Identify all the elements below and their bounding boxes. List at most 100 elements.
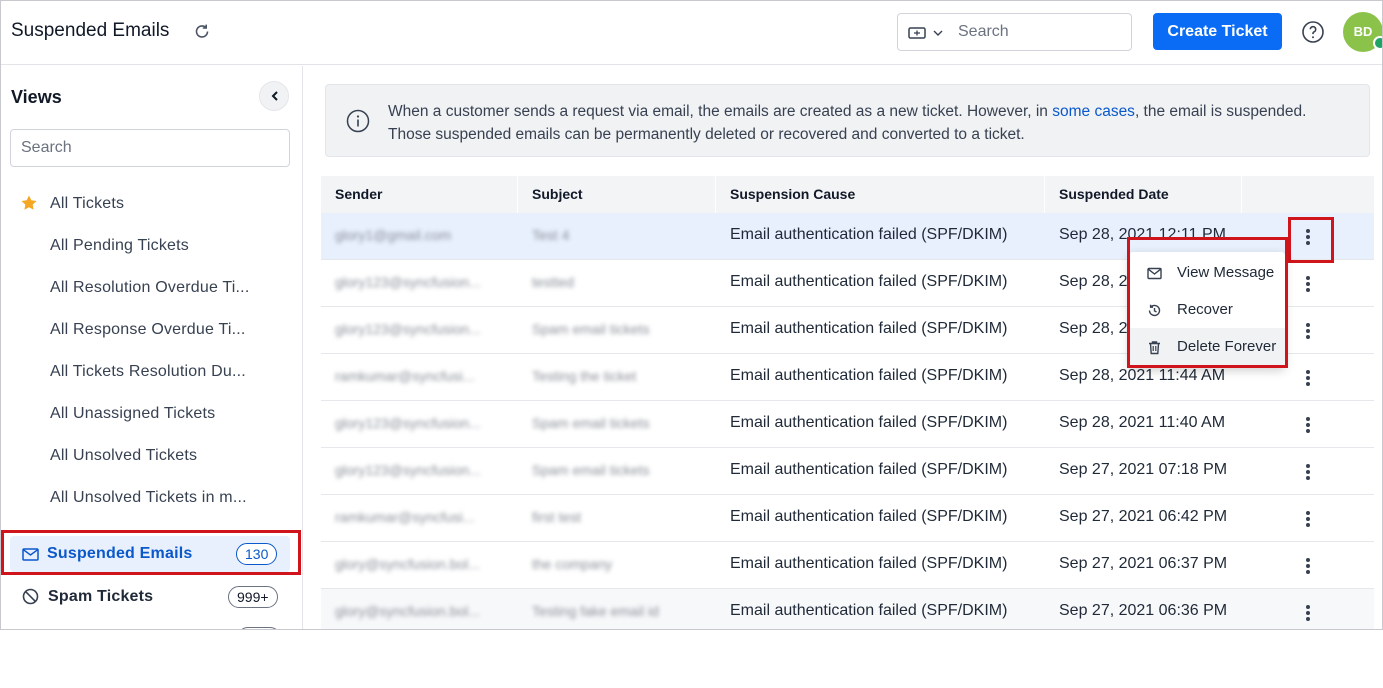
sender-cell: glory@syncfusion.bol... xyxy=(335,556,480,572)
sidebar-item-label: All Tickets xyxy=(50,195,125,212)
table-header: Sender Subject Suspension Cause Suspende… xyxy=(321,176,1374,213)
column-divider xyxy=(1241,176,1242,213)
more-actions-icon[interactable] xyxy=(1301,415,1315,435)
subject-cell: Testing the ticket xyxy=(532,368,637,384)
more-actions-icon[interactable] xyxy=(1301,603,1315,623)
sidebar-item-resolution-overdue[interactable]: All Resolution Overdue Ti... xyxy=(1,267,302,309)
sender-cell: glory123@syncfusion... xyxy=(335,415,481,431)
sidebar-item-response-overdue[interactable]: All Response Overdue Ti... xyxy=(1,309,302,351)
table-row[interactable]: glory123@syncfusion... Spam email tickets… xyxy=(321,448,1374,495)
column-divider xyxy=(715,176,716,213)
column-divider xyxy=(517,176,518,213)
sidebar-item-label: All Unsolved Tickets xyxy=(50,447,198,464)
sender-cell: glory@syncfusion.bol... xyxy=(335,603,480,619)
subject-cell: testted xyxy=(532,274,575,290)
more-actions-icon[interactable] xyxy=(1301,509,1315,529)
suspension-cause-cell: Email authentication failed (SPF/DKIM) xyxy=(730,602,1008,619)
sidebar-item-pending[interactable]: All Pending Tickets xyxy=(1,225,302,267)
column-header-cause[interactable]: Suspension Cause xyxy=(730,186,855,202)
more-actions-icon[interactable] xyxy=(1301,321,1315,341)
suspension-cause-cell: Email authentication failed (SPF/DKIM) xyxy=(730,226,1008,243)
column-header-date[interactable]: Suspended Date xyxy=(1059,186,1169,202)
some-cases-link[interactable]: some cases xyxy=(1052,103,1135,120)
search-input[interactable] xyxy=(958,21,1123,43)
online-status-icon xyxy=(1373,36,1382,50)
count-badge: 999+ xyxy=(228,586,278,608)
sender-cell: ramkumar@syncfusi... xyxy=(335,368,475,384)
info-banner: When a customer sends a request via emai… xyxy=(325,84,1370,157)
sidebar-item-unsolved-in[interactable]: All Unsolved Tickets in m... xyxy=(1,477,302,519)
views-search-input[interactable] xyxy=(10,129,290,167)
suspension-cause-cell: Email authentication failed (SPF/DKIM) xyxy=(730,461,1008,478)
global-search[interactable] xyxy=(897,13,1132,51)
sidebar-item-label: All Tickets Resolution Du... xyxy=(50,363,246,380)
chevron-left-icon xyxy=(271,91,278,101)
subject-cell: Test 4 xyxy=(532,227,570,243)
column-header-subject[interactable]: Subject xyxy=(532,186,583,202)
more-actions-icon[interactable] xyxy=(1301,368,1315,388)
sidebar-item-label: All Unassigned Tickets xyxy=(50,405,216,422)
sidebar-item-label: Spam Tickets xyxy=(48,588,154,605)
suspension-cause-cell: Email authentication failed (SPF/DKIM) xyxy=(730,273,1008,290)
sender-cell: glory123@syncfusion... xyxy=(335,462,481,478)
sidebar-item-unsolved[interactable]: All Unsolved Tickets xyxy=(1,435,302,477)
sidebar-item-unassigned[interactable]: All Unassigned Tickets xyxy=(1,393,302,435)
subject-cell: Spam email tickets xyxy=(532,321,650,337)
avatar[interactable]: BD xyxy=(1343,12,1382,52)
count-badge-partial xyxy=(237,627,281,629)
table-row[interactable]: glory@syncfusion.bol... Testing fake emai… xyxy=(321,589,1374,629)
top-header: Suspended Emails Create Ticket BD xyxy=(1,1,1382,65)
block-icon xyxy=(22,588,39,605)
table-row[interactable]: ramkumar@syncfusi... first test Email auth… xyxy=(321,495,1374,542)
sender-cell: glory123@syncfusion... xyxy=(335,274,481,290)
column-divider xyxy=(1044,176,1045,213)
sender-cell: ramkumar@syncfusi... xyxy=(335,509,475,525)
subject-cell: Spam email tickets xyxy=(532,462,650,478)
sidebar-item-label: All Pending Tickets xyxy=(50,237,189,254)
create-ticket-button[interactable]: Create Ticket xyxy=(1153,13,1282,50)
subject-cell: Testing fake email id xyxy=(532,603,659,619)
suspended-date-cell: Sep 28, 2021 11:44 AM xyxy=(1059,367,1226,384)
app-window: Suspended Emails Create Ticket BD xyxy=(0,0,1383,630)
table-row[interactable]: glory@syncfusion.bol... the company Email … xyxy=(321,542,1374,589)
ticket-icon[interactable] xyxy=(908,26,926,40)
sidebar-item-all-tickets[interactable]: All Tickets xyxy=(1,183,302,225)
help-icon[interactable] xyxy=(1301,20,1325,44)
suspension-cause-cell: Email authentication failed (SPF/DKIM) xyxy=(730,555,1008,572)
suspended-date-cell: Sep 27, 2021 07:18 PM xyxy=(1059,461,1228,478)
suspension-cause-cell: Email authentication failed (SPF/DKIM) xyxy=(730,508,1008,525)
more-actions-icon[interactable] xyxy=(1301,274,1315,294)
page-title: Suspended Emails xyxy=(11,20,170,41)
highlight-box-suspended xyxy=(1,530,301,575)
suspended-date-cell: Sep 27, 2021 06:42 PM xyxy=(1059,508,1228,525)
suspension-cause-cell: Email authentication failed (SPF/DKIM) xyxy=(730,414,1008,431)
table-row[interactable]: glory123@syncfusion... Spam email tickets… xyxy=(321,401,1374,448)
subject-cell: Spam email tickets xyxy=(532,415,650,431)
subject-cell: the company xyxy=(532,556,613,572)
suspended-date-cell: Sep 28, 2021 11:40 AM xyxy=(1059,414,1226,431)
suspended-date-cell: Sep 27, 2021 06:36 PM xyxy=(1059,602,1228,619)
suspension-cause-cell: Email authentication failed (SPF/DKIM) xyxy=(730,320,1008,337)
info-text: When a customer sends a request via emai… xyxy=(388,100,1348,146)
star-icon[interactable] xyxy=(20,194,38,212)
subject-cell: first test xyxy=(532,509,582,525)
sidebar-item-label: All Response Overdue Ti... xyxy=(50,321,246,338)
sidebar-item-label: All Resolution Overdue Ti... xyxy=(50,279,250,296)
info-text-part: When a customer sends a request via emai… xyxy=(388,103,1053,120)
column-header-sender[interactable]: Sender xyxy=(335,186,382,202)
highlight-box-kebab xyxy=(1288,217,1334,263)
chevron-down-icon[interactable] xyxy=(932,27,944,39)
views-title: Views xyxy=(11,87,62,107)
sidebar-item-label: All Unsolved Tickets in m... xyxy=(50,489,247,506)
more-actions-icon[interactable] xyxy=(1301,462,1315,482)
collapse-sidebar-button[interactable] xyxy=(259,81,289,111)
highlight-box-menu xyxy=(1127,237,1288,368)
suspended-date-cell: Sep 27, 2021 06:37 PM xyxy=(1059,555,1228,572)
more-actions-icon[interactable] xyxy=(1301,556,1315,576)
sender-cell: glory1@gmail.com xyxy=(335,227,452,243)
sidebar-item-resolution-due[interactable]: All Tickets Resolution Du... xyxy=(1,351,302,393)
suspension-cause-cell: Email authentication failed (SPF/DKIM) xyxy=(730,367,1008,384)
avatar-initials: BD xyxy=(1353,24,1373,39)
sidebar-item-spam-tickets[interactable]: Spam Tickets 999+ xyxy=(1,576,302,618)
refresh-icon[interactable] xyxy=(192,22,212,42)
